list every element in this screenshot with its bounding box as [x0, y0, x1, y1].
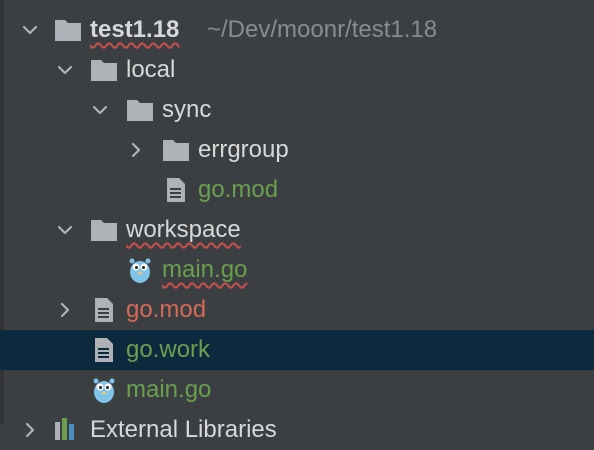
tree-row-root-gomod[interactable]: go.mod [0, 290, 594, 330]
file-name-root-gowork[interactable]: go.work [126, 330, 210, 370]
file-name-workspace-main[interactable]: main.go [162, 250, 247, 290]
chevron-down-icon[interactable] [90, 100, 110, 120]
tree-row-local[interactable]: local [0, 50, 594, 90]
tree-row-sync-gomod[interactable]: go.mod [0, 170, 594, 210]
folder-icon [126, 98, 154, 122]
folder-name-local[interactable]: local [126, 50, 175, 90]
file-name-root-gomod[interactable]: go.mod [126, 290, 206, 330]
file-name-sync-gomod[interactable]: go.mod [198, 170, 278, 210]
tree-row-sync[interactable]: sync [0, 90, 594, 130]
folder-icon [162, 138, 190, 162]
tree-row-workspace-main[interactable]: main.go [0, 250, 594, 290]
folder-icon [90, 218, 118, 242]
chevron-down-icon[interactable] [55, 60, 75, 80]
file-icon [165, 177, 187, 203]
library-icon [54, 416, 78, 442]
chevron-down-icon[interactable] [55, 220, 75, 240]
external-libraries-label[interactable]: External Libraries [90, 410, 277, 450]
chevron-right-icon[interactable] [55, 300, 75, 320]
file-icon [93, 337, 115, 363]
folder-name-workspace[interactable]: workspace [126, 210, 241, 250]
file-name-root-main[interactable]: main.go [126, 370, 211, 410]
gopher-icon [128, 256, 152, 284]
file-icon [93, 297, 115, 323]
folder-icon [54, 18, 82, 42]
tree-row-workspace[interactable]: workspace [0, 210, 594, 250]
tree-row-external-libraries[interactable]: External Libraries [0, 410, 594, 450]
folder-name-errgroup[interactable]: errgroup [198, 130, 289, 170]
tree-row-errgroup[interactable]: errgroup [0, 130, 594, 170]
root-folder-name[interactable]: test1.18 [90, 10, 179, 50]
chevron-right-icon[interactable] [126, 140, 146, 160]
root-folder-path: ~/Dev/moonr/test1.18 [207, 16, 438, 43]
tree-row-root-gowork[interactable]: go.work [0, 330, 594, 370]
folder-icon [90, 58, 118, 82]
tree-row-root-main[interactable]: main.go [0, 370, 594, 410]
gopher-icon [92, 376, 116, 404]
folder-name-sync[interactable]: sync [162, 90, 211, 130]
chevron-right-icon[interactable] [20, 420, 40, 440]
tree-row-root[interactable]: test1.18 ~/Dev/moonr/test1.18 [0, 10, 594, 50]
chevron-down-icon[interactable] [20, 20, 40, 40]
